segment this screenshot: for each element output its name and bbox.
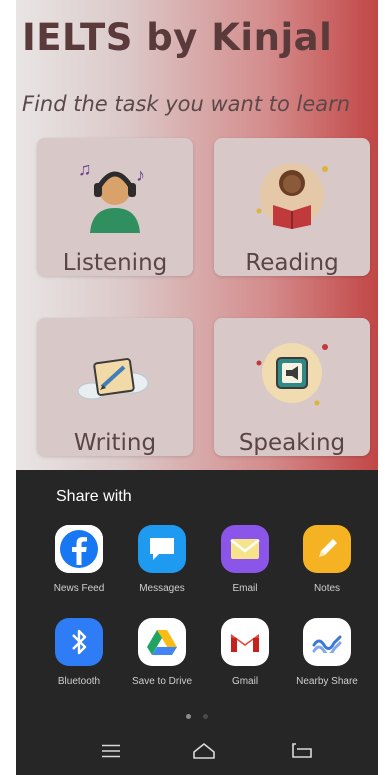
share-target-news-feed[interactable]: News Feed — [39, 525, 119, 594]
nearby-share-icon — [303, 618, 351, 666]
app-label: Save to Drive — [131, 676, 193, 687]
app-label: Nearby Share — [296, 676, 358, 687]
envelope-icon — [221, 525, 269, 573]
page-indicator — [16, 706, 378, 724]
app-subtitle: Find the task you want to learn — [22, 92, 351, 116]
svg-text:♪: ♪ — [136, 165, 145, 185]
card-speaking[interactable]: Speaking — [214, 318, 370, 456]
facebook-icon — [55, 525, 103, 573]
app-title: IELTS by Kinjal — [22, 16, 333, 59]
page-dot-active[interactable] — [185, 714, 191, 719]
app-background: IELTS by Kinjal Find the task you want t… — [16, 0, 378, 470]
home-icon[interactable] — [189, 739, 219, 763]
share-target-bluetooth[interactable]: Bluetooth — [39, 618, 119, 687]
google-drive-icon — [138, 618, 186, 666]
card-writing[interactable]: Writing — [37, 318, 193, 456]
system-navigation-bar — [16, 725, 378, 775]
card-listening[interactable]: ♫ ♪ Listening — [37, 138, 193, 276]
gmail-icon — [221, 618, 269, 666]
app-label: Bluetooth — [57, 676, 101, 687]
share-target-nearby-share[interactable]: Nearby Share — [287, 618, 367, 687]
page-dot[interactable] — [203, 714, 209, 719]
megaphone-icon — [214, 328, 370, 418]
app-label: News Feed — [53, 583, 105, 594]
bluetooth-icon — [55, 618, 103, 666]
app-label: Messages — [139, 583, 185, 594]
share-target-email[interactable]: Email — [205, 525, 285, 594]
card-reading[interactable]: Reading — [214, 138, 370, 276]
pencil-icon — [303, 525, 351, 573]
headphones-person-icon: ♫ ♪ — [37, 148, 193, 238]
share-sheet-title: Share with — [56, 488, 132, 505]
card-label: Listening — [62, 250, 168, 276]
app-label: Gmail — [231, 676, 259, 687]
menu-icon[interactable] — [96, 739, 126, 763]
card-label: Reading — [245, 250, 339, 276]
share-target-gmail[interactable]: Gmail — [205, 618, 285, 687]
card-label: Speaking — [238, 430, 346, 456]
share-target-save-to-drive[interactable]: Save to Drive — [122, 618, 202, 687]
card-label: Writing — [73, 430, 157, 456]
app-label: Notes — [313, 583, 341, 594]
svg-text:♫: ♫ — [78, 159, 92, 179]
share-target-notes[interactable]: Notes — [287, 525, 367, 594]
phone-screen: IELTS by Kinjal Find the task you want t… — [16, 0, 378, 775]
reading-person-icon — [214, 148, 370, 238]
pencil-board-icon — [37, 328, 193, 418]
share-target-messages[interactable]: Messages — [122, 525, 202, 594]
share-sheet: Share with News Feed Messages Email Note… — [16, 470, 378, 775]
message-bubble-icon — [138, 525, 186, 573]
back-icon[interactable] — [287, 739, 317, 763]
app-label: Email — [232, 583, 258, 594]
